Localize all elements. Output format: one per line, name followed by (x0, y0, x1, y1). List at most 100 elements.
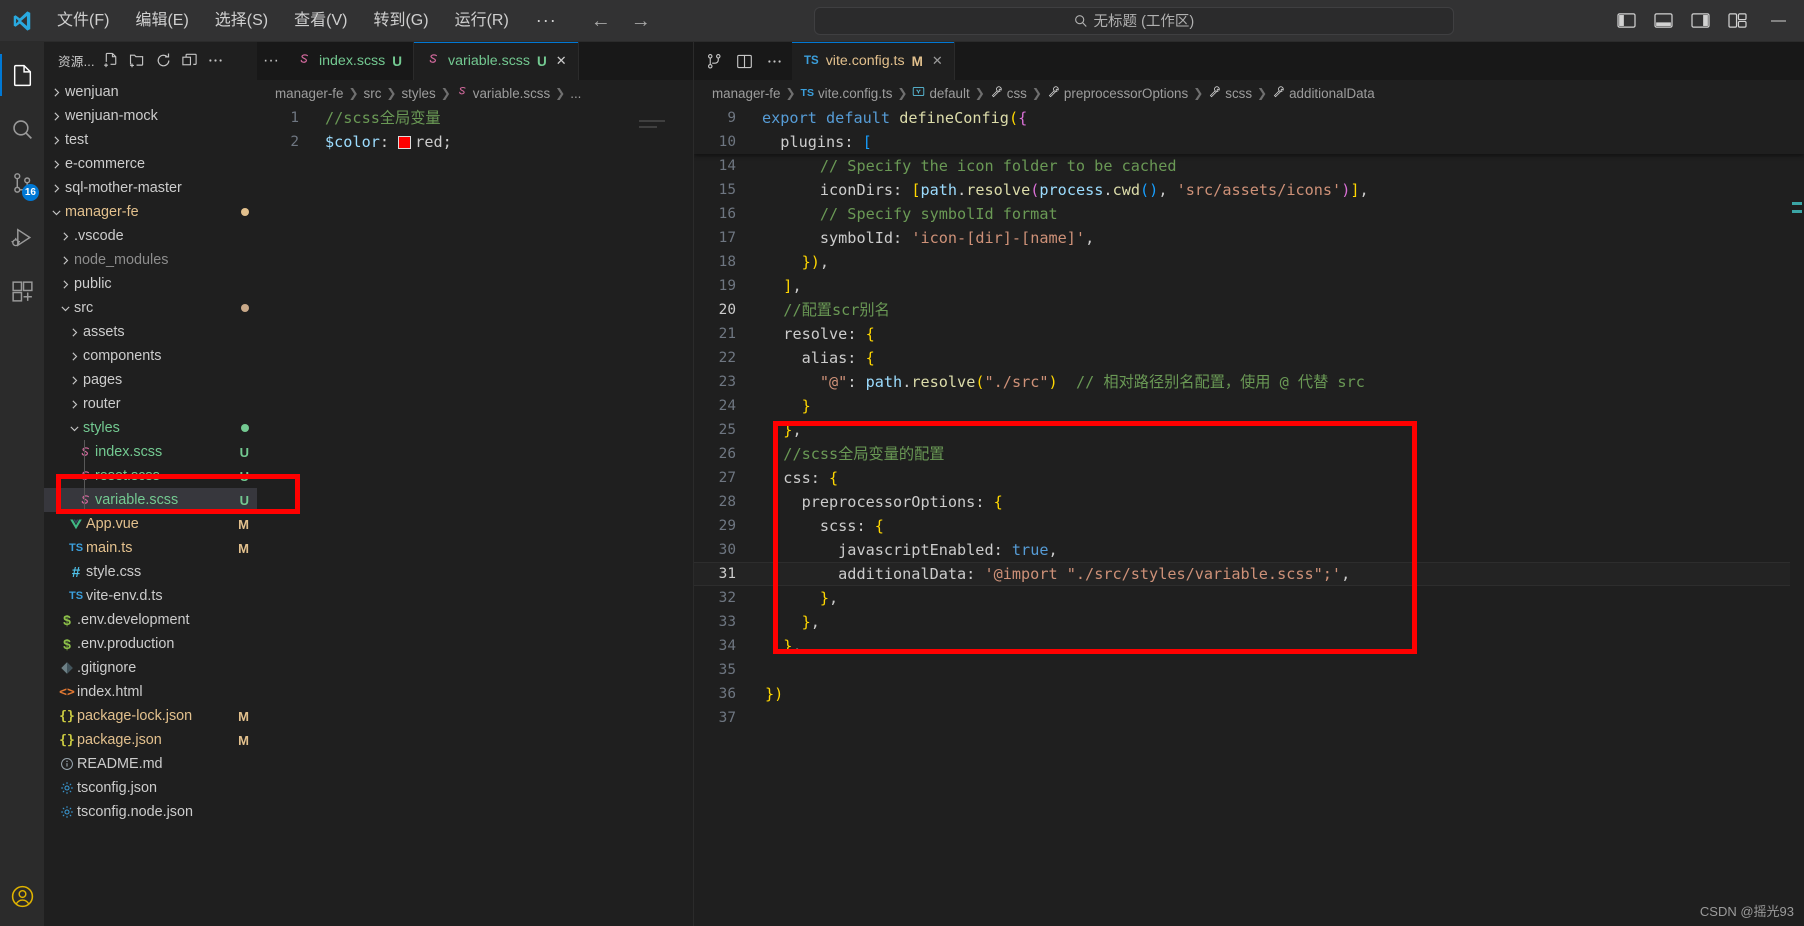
tree-row-components[interactable]: components (44, 344, 257, 368)
tree-row-pages[interactable]: pages (44, 368, 257, 392)
back-arrow-icon[interactable]: ← (591, 11, 611, 31)
tree-row-readme-md[interactable]: README.md (44, 752, 257, 776)
tab-variable-scss[interactable]: variable.scss U ✕ (413, 42, 579, 80)
code-editor-left[interactable]: 1 //scss全局变量 2 $color: red; (257, 106, 693, 926)
breadcrumb-item[interactable]: manager-fe (275, 86, 343, 101)
breadcrumb-item-file[interactable]: variable.scss (456, 85, 550, 101)
breadcrumb-item[interactable]: src (364, 86, 382, 101)
tree-row-assets[interactable]: assets (44, 320, 257, 344)
activity-source-control[interactable]: 16 (0, 156, 44, 210)
chevron-right-icon[interactable] (48, 87, 65, 98)
breadcrumb-symbol-css[interactable]: css (990, 85, 1027, 101)
minimize-window-button[interactable]: — (1765, 12, 1786, 29)
tree-row-wenjuan-mock[interactable]: wenjuan-mock (44, 104, 257, 128)
customize-layout-icon[interactable] (1728, 12, 1747, 29)
tree-row-reset-scss[interactable]: reset.scss U (44, 464, 257, 488)
chevron-right-icon[interactable] (48, 111, 65, 122)
code-editor-right[interactable]: 9 export default defineConfig({ 10 plugi… (694, 106, 1804, 926)
activity-run-and-debug[interactable] (0, 210, 44, 264)
toggle-panel-icon[interactable] (1654, 12, 1673, 29)
activity-extensions[interactable] (0, 264, 44, 318)
chevron-right-icon[interactable] (66, 375, 83, 386)
new-folder-icon[interactable] (125, 47, 151, 73)
chevron-right-icon[interactable] (57, 255, 74, 266)
activity-explorer[interactable] (0, 48, 44, 102)
tree-row-e-commerce[interactable]: e-commerce (44, 152, 257, 176)
tree-row-variable-scss[interactable]: variable.scss U (44, 488, 257, 512)
tab-index-scss[interactable]: index.scss U (285, 42, 414, 80)
breadcrumb-item-file[interactable]: TS vite.config.ts (801, 86, 893, 101)
tree-row-node-modules[interactable]: node_modules (44, 248, 257, 272)
overview-ruler[interactable] (1790, 106, 1804, 926)
tree-row--env-production[interactable]: $ .env.production (44, 632, 257, 656)
tree-row-tsconfig-json[interactable]: tsconfig.json (44, 776, 257, 800)
editor-more-actions-icon[interactable] (760, 42, 788, 80)
breadcrumb-item[interactable]: manager-fe (712, 86, 780, 101)
breadcrumb-item[interactable]: ... (570, 86, 581, 101)
breadcrumb-symbol-preprocessor-options[interactable]: preprocessorOptions (1047, 85, 1188, 101)
tree-row--vscode[interactable]: .vscode (44, 224, 257, 248)
chevron-right-icon[interactable] (66, 399, 83, 410)
chevron-down-icon[interactable] (48, 207, 65, 218)
close-icon[interactable]: ✕ (932, 53, 943, 69)
tree-row-vite-env-d-ts[interactable]: TS vite-env.d.ts (44, 584, 257, 608)
tree-row-router[interactable]: router (44, 392, 257, 416)
breadcrumb-symbol-default[interactable]: default (912, 85, 970, 101)
tree-row-style-css[interactable]: # style.css (44, 560, 257, 584)
menu-go[interactable]: 转到(G) (360, 7, 441, 35)
tree-row-manager-fe[interactable]: manager-fe (44, 200, 257, 224)
menu-run[interactable]: 运行(R) (442, 7, 522, 35)
tree-row-index-html[interactable]: <> index.html (44, 680, 257, 704)
chevron-right-icon[interactable] (48, 135, 65, 146)
tree-row--env-development[interactable]: $ .env.development (44, 608, 257, 632)
tree-row-tsconfig-node-json[interactable]: tsconfig.node.json (44, 800, 257, 824)
split-layout-icon[interactable] (730, 42, 758, 80)
menu-selection[interactable]: 选择(S) (202, 7, 281, 35)
collapse-all-icon[interactable] (177, 47, 203, 73)
chevron-down-icon[interactable] (57, 303, 74, 314)
tree-row-test[interactable]: test (44, 128, 257, 152)
tabs-overflow-left-icon[interactable]: ··· (257, 42, 285, 80)
menu-more-icon[interactable]: ··· (522, 8, 571, 33)
sticky-scroll-header[interactable]: 9 export default defineConfig({ 10 plugi… (694, 106, 1804, 154)
tab-vite-config-ts[interactable]: TS vite.config.ts M ✕ (792, 42, 955, 80)
breadcrumb-symbol-additional-data[interactable]: additionalData (1272, 85, 1375, 101)
menu-view[interactable]: 查看(V) (281, 7, 360, 35)
new-file-icon[interactable] (99, 47, 125, 73)
tree-row--gitignore[interactable]: .gitignore (44, 656, 257, 680)
tree-row-package-json[interactable]: {} package.json M (44, 728, 257, 752)
breadcrumb-symbol-scss[interactable]: scss (1208, 85, 1252, 101)
close-icon[interactable]: ✕ (556, 53, 567, 69)
chevron-right-icon[interactable] (57, 279, 74, 290)
tree-row-package-lock-json[interactable]: {} package-lock.json M (44, 704, 257, 728)
menu-file[interactable]: 文件(F) (44, 7, 122, 35)
tree-row-index-scss[interactable]: index.scss U (44, 440, 257, 464)
forward-arrow-icon[interactable]: → (631, 11, 651, 31)
chevron-right-icon[interactable] (66, 327, 83, 338)
refresh-icon[interactable] (151, 47, 177, 73)
quick-input-bar[interactable]: 无标题 (工作区) (813, 6, 1454, 35)
chevron-right-icon[interactable] (57, 231, 74, 242)
breadcrumb-item[interactable]: styles (401, 86, 435, 101)
color-swatch-red[interactable] (398, 136, 412, 149)
chevron-down-icon[interactable] (66, 423, 83, 434)
split-editor-icon[interactable] (700, 42, 728, 80)
toggle-primary-sidebar-icon[interactable] (1617, 12, 1636, 29)
tree-row-styles[interactable]: styles (44, 416, 257, 440)
tree-row-main-ts[interactable]: TS main.ts M (44, 536, 257, 560)
tree-row-app-vue[interactable]: App.vue M (44, 512, 257, 536)
minimap-left[interactable] (635, 106, 693, 926)
file-tree[interactable]: wenjuan wenjuan-mock test e-commerce sql-mot… (44, 78, 257, 926)
tree-row-sql-mother-master[interactable]: sql-mother-master (44, 176, 257, 200)
chevron-right-icon[interactable] (48, 159, 65, 170)
activity-account[interactable] (0, 872, 44, 926)
explorer-more-actions-icon[interactable] (203, 47, 229, 73)
menu-edit[interactable]: 编辑(E) (122, 7, 201, 35)
tree-row-public[interactable]: public (44, 272, 257, 296)
chevron-right-icon[interactable] (48, 183, 65, 194)
tree-row-wenjuan[interactable]: wenjuan (44, 80, 257, 104)
tree-row-src[interactable]: src (44, 296, 257, 320)
activity-search[interactable] (0, 102, 44, 156)
toggle-secondary-sidebar-icon[interactable] (1691, 12, 1710, 29)
chevron-right-icon[interactable] (66, 351, 83, 362)
